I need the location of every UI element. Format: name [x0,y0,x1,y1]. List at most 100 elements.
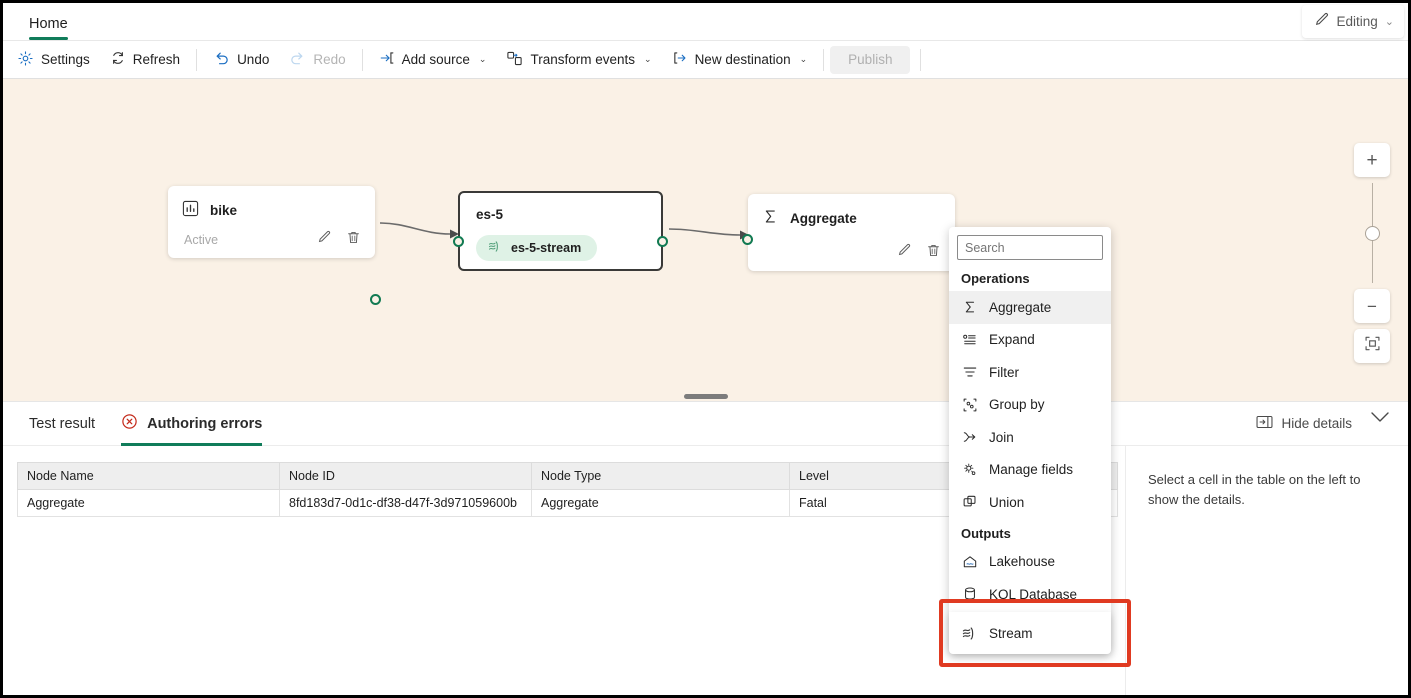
new-destination-icon [672,50,688,69]
collapse-panel-button[interactable] [1370,410,1390,427]
node-header: Aggregate [748,194,955,228]
column-header-node-name[interactable]: Node Name [17,462,280,490]
search-input[interactable] [957,235,1103,260]
minus-icon: − [1367,296,1377,316]
edit-node-icon[interactable] [317,230,332,250]
tab-test-result[interactable]: Test result [29,402,95,446]
tab-authoring-errors[interactable]: Authoring errors [121,402,263,446]
transform-events-button[interactable]: Transform events ⌄ [496,45,661,75]
add-source-button[interactable]: Add source ⌄ [369,45,497,75]
details-placeholder-text: Select a cell in the table on the left t… [1148,472,1361,507]
active-tab-underline [29,37,68,40]
menu-item-lakehouse[interactable]: Lakehouse [949,546,1111,579]
menu-item-join[interactable]: Join [949,421,1111,454]
zoom-slider-thumb[interactable] [1364,225,1380,241]
panel-splitter[interactable] [3,392,1408,401]
menu-item-filter[interactable]: Filter [949,356,1111,389]
eventstream-pill[interactable]: es-5-stream [476,235,598,261]
chevron-down-icon: ⌄ [478,54,487,64]
fit-to-view-icon [1364,335,1381,357]
menu-item-kql-database[interactable]: KQL Database [949,578,1111,611]
lakehouse-icon [961,554,978,570]
cell-node-name[interactable]: Aggregate [17,489,280,517]
publish-button: Publish [830,45,911,74]
add-source-icon [379,50,395,69]
node-input-port[interactable] [453,236,464,247]
group-by-icon [961,397,978,413]
menu-item-filter-label: Filter [989,364,1019,380]
chart-icon [182,200,199,220]
fit-to-view-button[interactable] [1354,329,1390,363]
database-icon [961,586,978,602]
menu-item-stream-label: Stream [989,625,1033,641]
node-title-label: Aggregate [790,210,857,226]
delete-node-icon[interactable] [346,230,361,250]
menu-item-manage-fields[interactable]: Manage fields [949,454,1111,487]
menu-item-expand[interactable]: Expand [949,324,1111,357]
menu-item-aggregate[interactable]: Aggregate [949,291,1111,324]
refresh-icon [110,50,126,69]
undo-button[interactable]: Undo [203,45,279,75]
toolbar-divider-4 [920,48,922,71]
menu-item-group-by[interactable]: Group by [949,389,1111,422]
delete-node-icon[interactable] [926,243,941,263]
zoom-in-button[interactable]: + [1354,143,1390,177]
canvas-node-bike[interactable]: bike Active [168,186,381,305]
menu-item-union-label: Union [989,494,1025,510]
manage-fields-icon [961,462,978,478]
node-title-label: es-5 [476,207,504,222]
cell-node-type[interactable]: Aggregate [531,489,790,517]
node-status-label: Active [184,233,219,247]
redo-icon [289,50,306,70]
toolbar-divider [196,48,198,71]
refresh-button[interactable]: Refresh [100,45,190,75]
canvas-node-aggregate[interactable]: Aggregate [742,194,955,271]
node-output-port[interactable] [370,294,381,305]
eventstream-canvas[interactable]: bike Active es-5 es-5-stream Aggregate +… [3,79,1408,392]
zoom-slider[interactable] [1354,177,1390,289]
hide-details-button[interactable]: Hide details [1256,415,1352,432]
active-tab-underline [121,442,263,446]
filter-icon [961,364,978,380]
canvas-node-es-5[interactable]: es-5 es-5-stream [453,191,668,271]
menu-item-stream[interactable]: Stream [949,612,1111,654]
redo-button: Redo [279,45,355,75]
menu-item-union[interactable]: Union [949,486,1111,519]
gear-icon [17,50,34,70]
splitter-grip[interactable] [683,394,728,399]
operations-context-menu[interactable]: Operations Aggregate Expand [949,227,1111,652]
node-output-port[interactable] [657,236,668,247]
menu-group-header-outputs: Outputs [961,525,1011,541]
stream-icon [487,239,502,257]
refresh-label: Refresh [132,52,181,67]
editing-mode-button[interactable]: Editing ⌄ [1301,5,1404,38]
node-title-label: bike [210,202,238,218]
union-icon [961,494,978,510]
tab-authoring-errors-label: Authoring errors [147,415,263,432]
menu-group-header-operations: Operations [961,271,1030,286]
bottom-panel-tabs: Test result Authoring errors Hide detail… [3,402,1408,446]
edit-node-icon[interactable] [897,243,912,263]
publish-label: Publish [848,52,893,67]
menu-item-join-label: Join [989,429,1014,445]
tab-test-result-label: Test result [29,415,96,432]
settings-label: Settings [41,52,90,67]
menu-item-lakehouse-label: Lakehouse [989,554,1056,570]
node-header: bike [168,186,375,220]
node-input-port[interactable] [742,234,753,245]
column-header-node-type[interactable]: Node Type [531,462,790,490]
ribbon-tab-home[interactable]: Home [15,16,82,40]
toolbar-divider-3 [823,48,825,71]
menu-item-manage-fields-label: Manage fields [989,462,1074,478]
settings-button[interactable]: Settings [7,45,100,75]
zoom-out-button[interactable]: − [1354,289,1390,323]
cell-node-id[interactable]: 8fd183d7-0d1c-df38-d47f-3d971059600b [279,489,532,517]
column-header-node-id[interactable]: Node ID [279,462,532,490]
new-destination-button[interactable]: New destination ⌄ [662,45,818,75]
undo-label: Undo [237,52,270,67]
node-header: es-5 [460,193,661,222]
menu-item-aggregate-label: Aggregate [989,299,1052,315]
node-action-group [317,230,361,250]
menu-item-expand-label: Expand [989,332,1035,348]
canvas-zoom-controls: + − [1354,143,1390,363]
